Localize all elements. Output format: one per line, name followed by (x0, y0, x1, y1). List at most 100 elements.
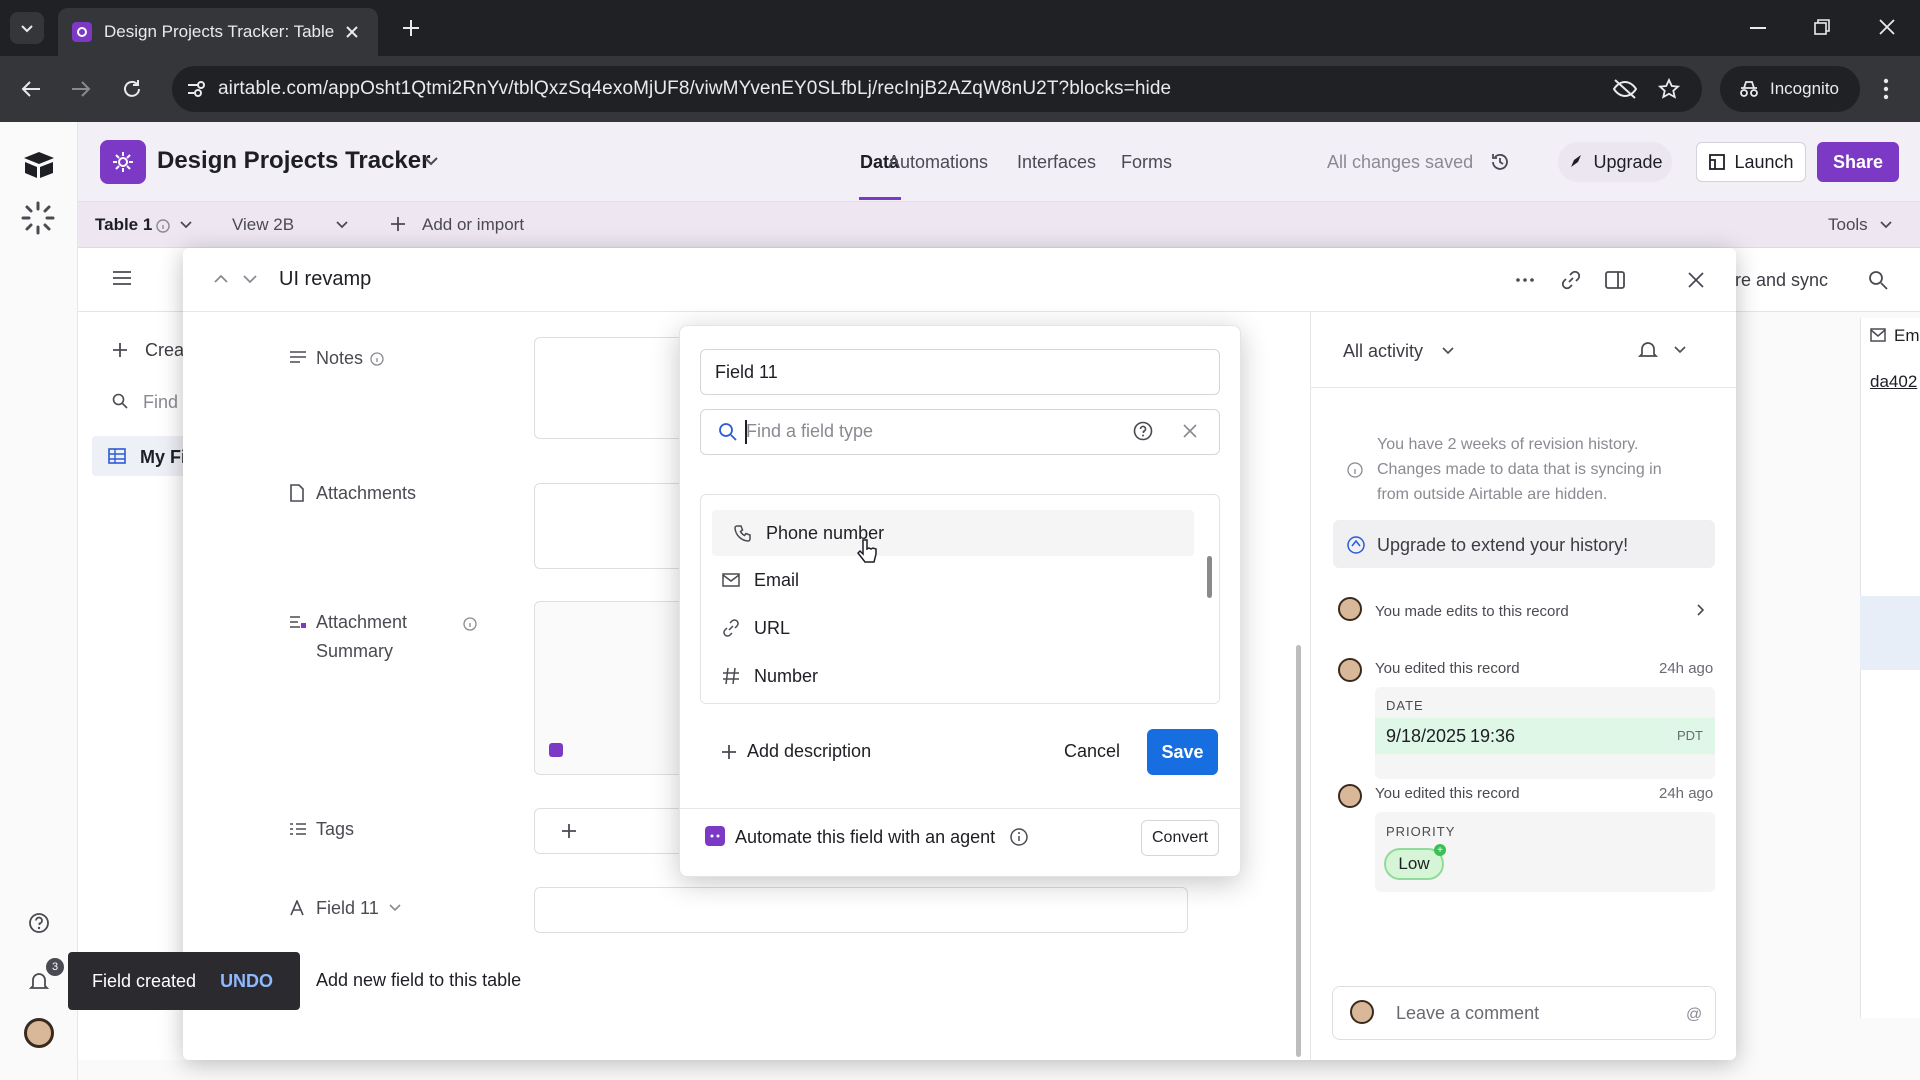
site-settings-icon[interactable] (186, 80, 206, 98)
link-icon (723, 619, 739, 637)
upgrade-label: Upgrade (1593, 151, 1663, 172)
chevron-right-icon[interactable] (1697, 604, 1705, 616)
launch-button[interactable]: Launch (1696, 142, 1806, 182)
activity-filter-dropdown[interactable]: All activity (1343, 341, 1423, 362)
more-options-icon[interactable] (1516, 278, 1534, 282)
share-and-sync-button[interactable]: re and sync (1735, 270, 1828, 291)
activity-filter-chevron-icon[interactable] (1442, 347, 1454, 355)
add-description-button[interactable]: Add description (721, 741, 871, 762)
agent-icon (705, 826, 725, 846)
add-new-field-link[interactable]: Add new field to this table (316, 970, 521, 991)
field11-input[interactable] (534, 887, 1188, 933)
user-avatar (1338, 658, 1362, 682)
reload-icon[interactable] (121, 78, 143, 100)
field-label-field11[interactable]: Field 11 (316, 898, 379, 919)
mention-icon[interactable]: @ (1686, 1006, 1702, 1024)
back-icon[interactable] (20, 78, 42, 100)
browser-tab[interactable]: Design Projects Tracker: Table 1 (58, 8, 378, 56)
sidebar-toggle-icon[interactable] (112, 270, 132, 286)
cancel-button[interactable]: Cancel (1064, 741, 1120, 762)
base-icon[interactable] (100, 140, 146, 184)
save-button[interactable]: Save (1147, 729, 1218, 775)
table-bar (78, 202, 1920, 248)
notification-settings-chevron-icon[interactable] (1674, 346, 1686, 354)
grid-cell[interactable]: da402 (1870, 372, 1917, 392)
field-menu-chevron-icon[interactable] (389, 904, 401, 912)
new-tab-icon[interactable] (401, 18, 421, 38)
view-tab[interactable]: View 2B (232, 215, 294, 235)
user-avatar[interactable] (24, 1018, 54, 1048)
add-tag-plus-icon[interactable] (561, 823, 577, 839)
next-record-icon[interactable] (243, 274, 257, 284)
view-menu-chevron-icon[interactable] (336, 221, 348, 229)
tab-interfaces[interactable]: Interfaces (1017, 152, 1096, 173)
toast-message: Field created (92, 970, 197, 991)
incognito-badge[interactable]: Incognito (1720, 66, 1860, 112)
previous-record-icon[interactable] (214, 274, 228, 284)
field-info-icon[interactable] (370, 352, 384, 366)
info-icon[interactable] (1010, 828, 1028, 846)
table-tab[interactable]: Table 1 (95, 215, 152, 235)
comment-placeholder: Leave a comment (1396, 1003, 1540, 1023)
comments-panel-icon[interactable] (1605, 271, 1625, 289)
table-menu-chevron-icon[interactable] (180, 221, 192, 229)
eye-off-icon[interactable] (1612, 78, 1638, 100)
base-name[interactable]: Design Projects Tracker (157, 147, 430, 175)
column-header[interactable]: Em (1894, 326, 1920, 346)
tab-title: Design Projects Tracker: Table 1 (104, 22, 336, 41)
minimize-icon[interactable] (1750, 26, 1766, 30)
search-icon[interactable] (1868, 270, 1888, 290)
tools-button[interactable]: Tools (1828, 215, 1868, 235)
airtable-home-icon[interactable] (22, 150, 56, 180)
record-scrollbar[interactable] (1296, 645, 1301, 1057)
window-close-icon[interactable] (1879, 19, 1895, 35)
field-type-option-number[interactable]: Number (700, 653, 1200, 699)
field-type-option-phone[interactable]: Phone number (712, 510, 1194, 556)
upgrade-button[interactable]: Upgrade (1558, 142, 1672, 182)
help-icon[interactable] (28, 912, 50, 934)
copy-link-icon[interactable] (1561, 270, 1581, 290)
activity-entry-summary[interactable]: You made edits to this record (1375, 603, 1569, 620)
attachment-file-icon (290, 484, 304, 502)
tags-input[interactable] (534, 808, 694, 854)
tab-forms[interactable]: Forms (1121, 152, 1172, 173)
base-menu-chevron-icon[interactable] (424, 156, 438, 166)
bookmark-star-icon[interactable] (1658, 78, 1680, 100)
activity-entry-title: You edited this record (1375, 785, 1520, 802)
mail-icon (722, 573, 740, 587)
tools-chevron-icon[interactable] (1880, 221, 1892, 229)
attachments-dropzone[interactable] (534, 483, 694, 569)
undo-button[interactable]: UNDO (220, 971, 273, 992)
field-type-option-email[interactable]: Email (700, 557, 1200, 603)
field-info-icon[interactable] (463, 617, 477, 631)
create-plus-icon (113, 343, 127, 357)
mouse-pointer-hand-icon (857, 539, 877, 563)
notification-bell-icon[interactable] (28, 970, 50, 992)
field-type-search-placeholder: Find a field type (746, 421, 874, 441)
create-button[interactable]: Crea (145, 340, 184, 361)
field-label-attachment-summary-1: Attachment (316, 612, 408, 632)
help-circle-icon[interactable] (1133, 421, 1153, 441)
field-type-option-url[interactable]: URL (700, 605, 1200, 651)
browser-menu-icon[interactable] (1883, 78, 1889, 100)
notes-input[interactable] (534, 337, 694, 439)
close-record-icon[interactable] (1687, 271, 1705, 289)
history-icon[interactable] (1490, 152, 1510, 172)
field-type-list-scrollbar[interactable] (1207, 556, 1212, 598)
address-bar[interactable]: airtable.com/appOsht1Qtmi2RnYv/tblQxzSq4… (172, 66, 1702, 112)
close-tab-icon[interactable] (344, 24, 360, 40)
restore-icon[interactable] (1814, 19, 1830, 35)
upgrade-history-link[interactable]: Upgrade to extend your history! (1377, 535, 1628, 556)
share-button[interactable]: Share (1817, 142, 1899, 182)
tab-search-button[interactable] (10, 12, 44, 44)
field-name-input[interactable]: Field 11 (700, 349, 1220, 395)
clear-search-icon[interactable] (1183, 424, 1197, 438)
forward-icon[interactable] (70, 78, 92, 100)
notification-bell-icon[interactable] (1638, 340, 1658, 360)
upgrade-badge-icon (1347, 536, 1365, 554)
tab-automations[interactable]: Automations (888, 152, 988, 173)
convert-button[interactable]: Convert (1141, 820, 1219, 856)
find-view-input[interactable]: Find (143, 392, 178, 413)
user-avatar (1338, 597, 1362, 621)
add-or-import-button[interactable]: Add or import (422, 215, 524, 235)
